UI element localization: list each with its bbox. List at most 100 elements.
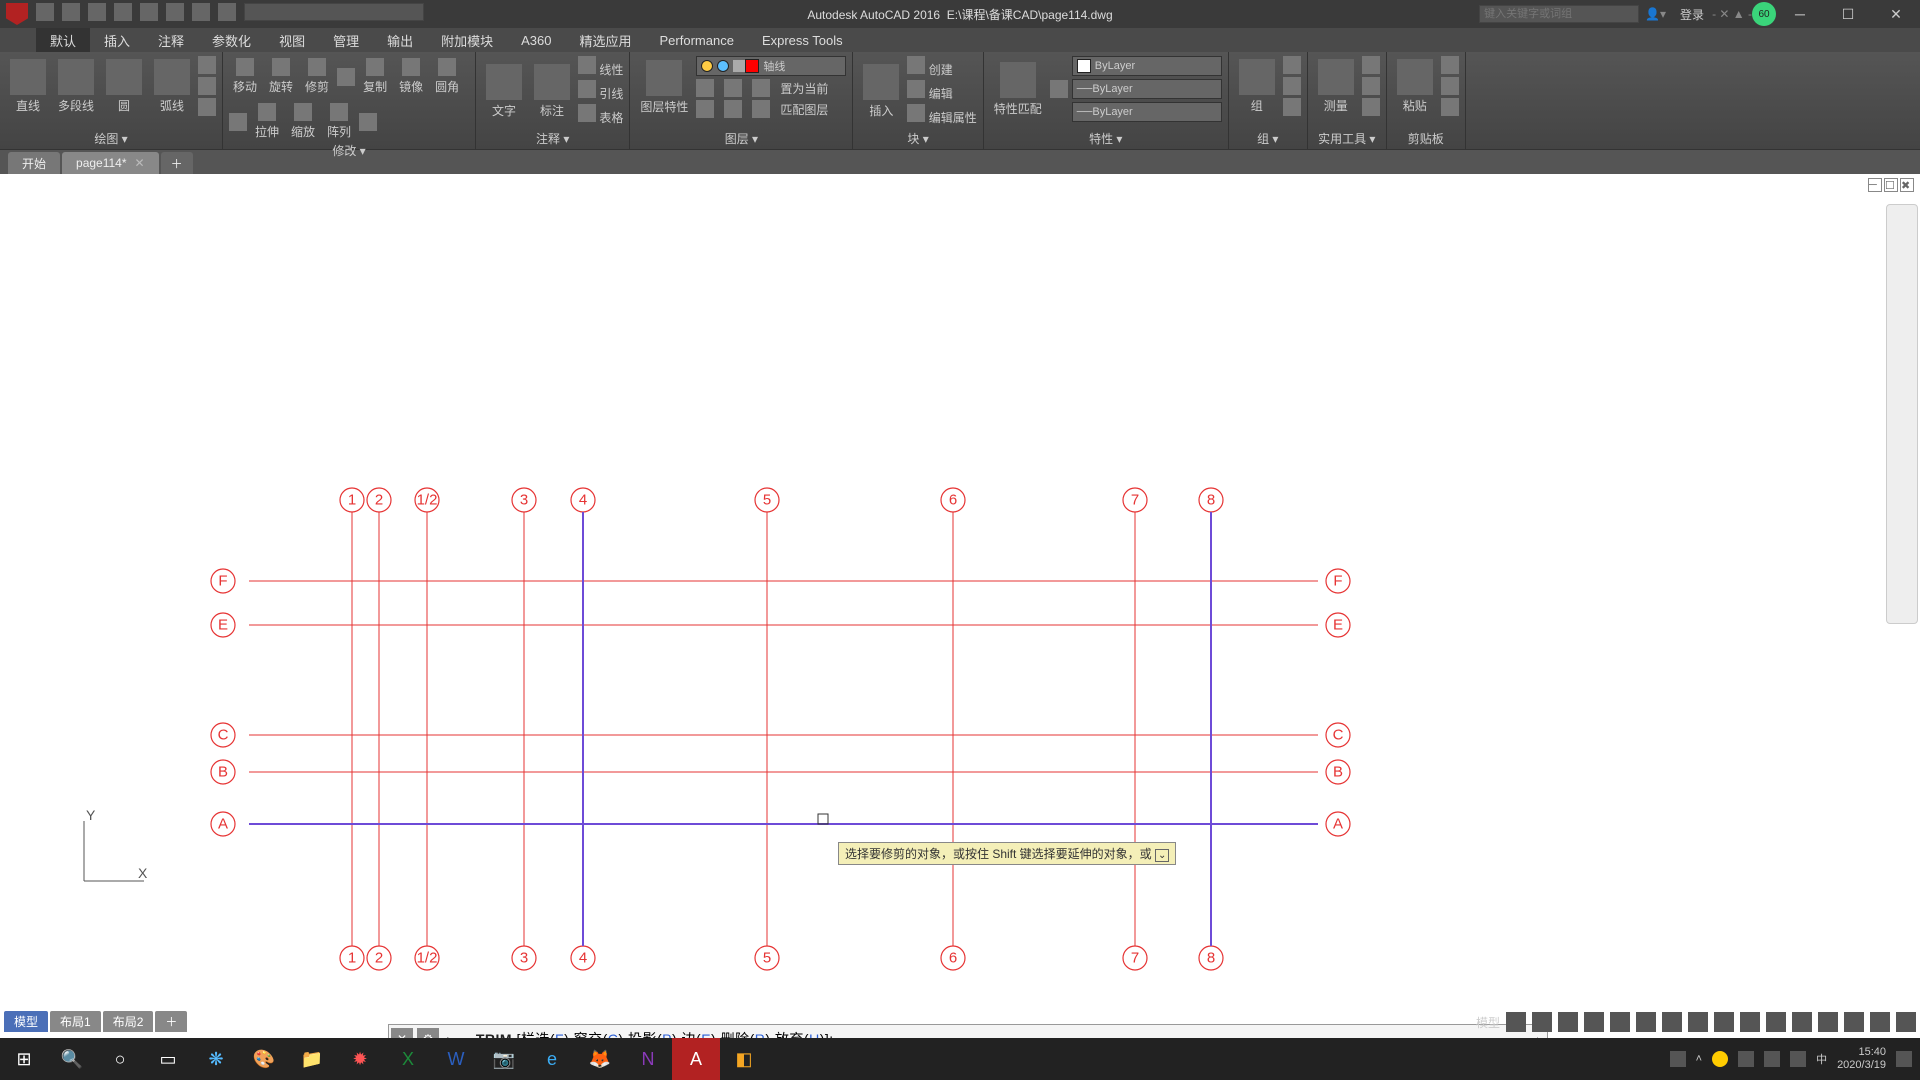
- tab-view[interactable]: 视图: [265, 28, 319, 52]
- tray-icon-1[interactable]: [1712, 1051, 1728, 1067]
- tab-layout2[interactable]: 布局2: [103, 1011, 154, 1032]
- tab-express[interactable]: Express Tools: [748, 28, 857, 52]
- clean-icon[interactable]: [1870, 1012, 1890, 1032]
- app-icon-4[interactable]: ◧: [720, 1038, 768, 1080]
- color-dropdown[interactable]: ByLayer: [1072, 56, 1222, 76]
- minimize-button[interactable]: ─: [1776, 0, 1824, 28]
- move-button[interactable]: 移动: [229, 56, 261, 97]
- tab-manage[interactable]: 管理: [319, 28, 373, 52]
- tray-chevron-icon[interactable]: ˄: [1696, 1053, 1702, 1065]
- redo-icon[interactable]: [192, 3, 210, 21]
- otrack-icon[interactable]: [1636, 1012, 1656, 1032]
- trim-button[interactable]: 修剪: [301, 56, 333, 97]
- saveas-icon[interactable]: [114, 3, 132, 21]
- polar-icon[interactable]: [1584, 1012, 1604, 1032]
- help-search-input[interactable]: [1479, 5, 1639, 23]
- onenote-icon[interactable]: N: [624, 1038, 672, 1080]
- array-button[interactable]: 阵列: [323, 101, 355, 142]
- tab-output[interactable]: 输出: [373, 28, 427, 52]
- camera-icon[interactable]: 📷: [480, 1038, 528, 1080]
- plot-icon[interactable]: [140, 3, 158, 21]
- spline-icon[interactable]: [198, 98, 216, 116]
- rect-icon[interactable]: [198, 56, 216, 74]
- meas-icon1[interactable]: [1362, 56, 1380, 74]
- circle-button[interactable]: 圆: [102, 57, 146, 116]
- layer-dropdown[interactable]: 轴线: [696, 56, 846, 76]
- save-icon[interactable]: [88, 3, 106, 21]
- table-button[interactable]: 表格: [578, 104, 623, 126]
- meas-icon2[interactable]: [1362, 77, 1380, 95]
- settings-icon[interactable]: [218, 3, 236, 21]
- tab-featured[interactable]: 精选应用: [566, 28, 646, 52]
- workspace-selector[interactable]: [244, 3, 424, 21]
- tray-icon-2[interactable]: [1738, 1051, 1754, 1067]
- taskview-icon[interactable]: ▭: [144, 1038, 192, 1080]
- edge-icon[interactable]: e: [528, 1038, 576, 1080]
- transp-icon[interactable]: [1688, 1012, 1708, 1032]
- anno-icon[interactable]: [1740, 1012, 1760, 1032]
- mirror-button[interactable]: 镜像: [395, 56, 427, 97]
- tray-ime-icon[interactable]: 中: [1816, 1051, 1827, 1067]
- dim-button[interactable]: 标注: [530, 62, 574, 121]
- layer-icon1[interactable]: [696, 79, 714, 97]
- scale-button[interactable]: 缩放: [287, 101, 319, 142]
- notification-icon[interactable]: [1896, 1051, 1912, 1067]
- osnap-icon[interactable]: [1610, 1012, 1630, 1032]
- edit-block-button[interactable]: 编辑: [907, 80, 976, 102]
- explorer-icon[interactable]: 📁: [288, 1038, 336, 1080]
- make-current-button[interactable]: 置为当前: [780, 80, 828, 97]
- tab-annotate[interactable]: 注释: [144, 28, 198, 52]
- polyline-button[interactable]: 多段线: [54, 57, 98, 116]
- create-block-button[interactable]: 创建: [907, 56, 976, 78]
- insert-block-button[interactable]: 插入: [859, 62, 903, 121]
- open-icon[interactable]: [62, 3, 80, 21]
- tab-start[interactable]: 开始: [8, 152, 60, 174]
- layer-icon6[interactable]: [752, 100, 770, 118]
- snap-icon[interactable]: [1532, 1012, 1552, 1032]
- layer-props-button[interactable]: 图层特性: [636, 58, 692, 117]
- lineweight-dropdown[interactable]: ── ByLayer: [1072, 79, 1222, 99]
- app-icon-1[interactable]: ❋: [192, 1038, 240, 1080]
- app-icon-2[interactable]: 🎨: [240, 1038, 288, 1080]
- app-logo-icon[interactable]: [6, 3, 28, 25]
- cortana-icon[interactable]: ○: [96, 1038, 144, 1080]
- search-button[interactable]: 🔍: [48, 1038, 96, 1080]
- line-button[interactable]: 直线: [6, 57, 50, 116]
- group-button[interactable]: 组: [1235, 57, 1279, 116]
- text-button[interactable]: 文字: [482, 62, 526, 121]
- tab-a360[interactable]: A360: [507, 28, 565, 52]
- match-props-button[interactable]: 特性匹配: [990, 60, 1046, 119]
- copy-button[interactable]: 复制: [359, 56, 391, 97]
- excel-icon[interactable]: X: [384, 1038, 432, 1080]
- firefox-icon[interactable]: 🦊: [576, 1038, 624, 1080]
- ws-icon[interactable]: [1766, 1012, 1786, 1032]
- new-icon[interactable]: [36, 3, 54, 21]
- tab-performance[interactable]: Performance: [646, 28, 748, 52]
- cycle-icon[interactable]: [1714, 1012, 1734, 1032]
- start-button[interactable]: ⊞: [0, 1038, 48, 1080]
- measure-button[interactable]: 测量: [1314, 57, 1358, 116]
- layer-icon4[interactable]: [696, 100, 714, 118]
- group-icon3[interactable]: [1283, 98, 1301, 116]
- tray-keyboard-icon[interactable]: [1670, 1051, 1686, 1067]
- ortho-icon[interactable]: [1558, 1012, 1578, 1032]
- linetype-dropdown[interactable]: ── ByLayer: [1072, 102, 1222, 122]
- tab-file[interactable]: page114*✕: [62, 152, 159, 174]
- tab-default[interactable]: 默认: [36, 28, 90, 52]
- layer-icon2[interactable]: [724, 79, 742, 97]
- offset-icon[interactable]: [359, 113, 377, 131]
- tab-model[interactable]: 模型: [4, 1011, 48, 1032]
- tab-add-button[interactable]: ＋: [161, 152, 193, 174]
- lwt-icon[interactable]: [1662, 1012, 1682, 1032]
- hatch-icon[interactable]: [198, 77, 216, 95]
- tray-volume-icon[interactable]: [1790, 1051, 1806, 1067]
- layer-icon5[interactable]: [724, 100, 742, 118]
- explode-icon[interactable]: [229, 113, 247, 131]
- arc-button[interactable]: 弧线: [150, 57, 194, 116]
- maximize-button[interactable]: ☐: [1824, 0, 1872, 28]
- tab-addons[interactable]: 附加模块: [427, 28, 507, 52]
- clip-icon3[interactable]: [1441, 98, 1459, 116]
- edit-attr-button[interactable]: 编辑属性: [907, 104, 976, 126]
- sign-in-button[interactable]: 登录: [1672, 6, 1712, 23]
- isolate-icon[interactable]: [1818, 1012, 1838, 1032]
